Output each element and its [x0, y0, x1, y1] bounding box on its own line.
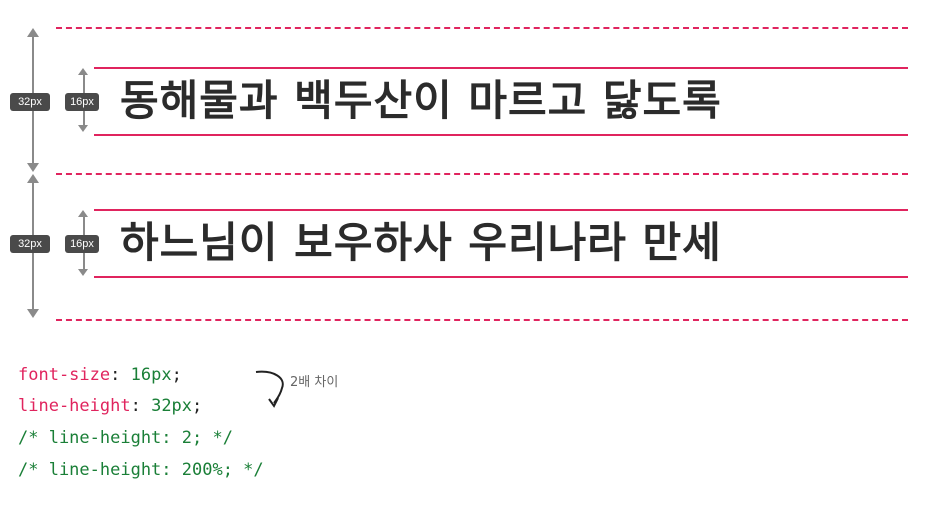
font-size-property: font-size: [18, 365, 111, 385]
code-comment-ratio: /* line-height: 2; */: [18, 428, 233, 448]
line-height-badge-1: 32px: [10, 93, 50, 111]
line-box-middle-boundary: [56, 173, 908, 175]
content-box-bottom-1: [94, 134, 908, 136]
curved-arrow-icon: [255, 370, 284, 408]
line-height-property: line-height: [18, 396, 131, 416]
line-box-top-boundary: [56, 27, 908, 29]
line-box-bottom-boundary: [56, 319, 908, 321]
font-size-badge-2: 16px: [65, 235, 99, 253]
content-box-bottom-2: [94, 276, 908, 278]
sample-text-line-2: 하느님이 보우하사 우리나라 만세: [120, 218, 722, 267]
line-height-value: 32px: [151, 396, 193, 416]
content-box-top-2: [94, 209, 908, 211]
sample-text-line-1: 동해물과 백두산이 마르고 닳도록: [120, 76, 722, 125]
content-box-top-1: [94, 67, 908, 69]
line-height-badge-2: 32px: [10, 235, 50, 253]
code-line-line-height: line-height: 32px;: [18, 396, 203, 416]
font-size-badge-1: 16px: [65, 93, 99, 111]
font-size-value: 16px: [130, 365, 172, 385]
code-line-font-size: font-size: 16px;: [18, 365, 182, 385]
ratio-annotation: 2배 차이: [290, 375, 339, 390]
code-comment-percent: /* line-height: 200%; */: [18, 460, 264, 480]
